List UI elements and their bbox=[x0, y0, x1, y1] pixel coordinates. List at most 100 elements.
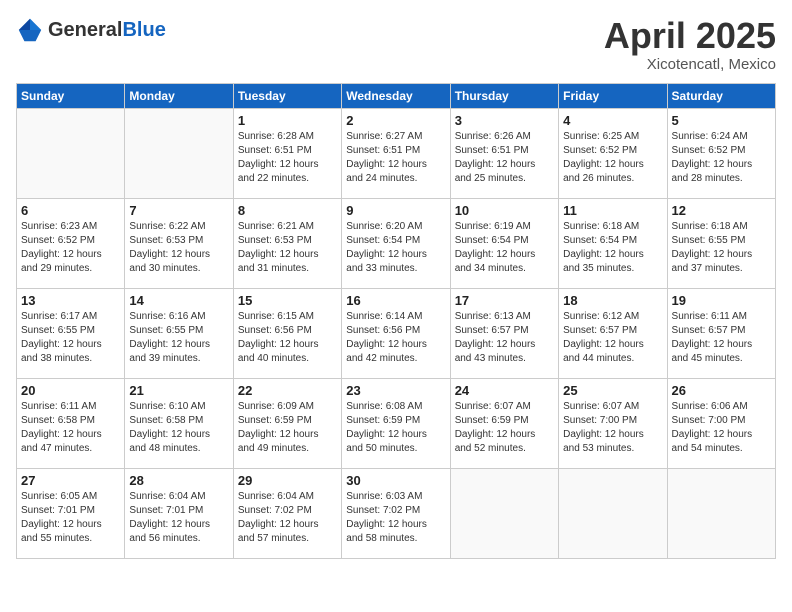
day-number: 7 bbox=[129, 203, 228, 218]
day-number: 27 bbox=[21, 473, 120, 488]
calendar-day-cell: 8 Sunrise: 6:21 AMSunset: 6:53 PMDaylight… bbox=[233, 198, 341, 288]
title-block: April 2025 Xicotencatl, Mexico bbox=[604, 16, 776, 73]
day-info: Sunrise: 6:18 AMSunset: 6:54 PMDaylight:… bbox=[563, 220, 662, 276]
weekday-header: Wednesday bbox=[342, 83, 450, 108]
weekday-header: Saturday bbox=[667, 83, 775, 108]
calendar-day-cell: 19 Sunrise: 6:11 AMSunset: 6:57 PMDayligh… bbox=[667, 288, 775, 378]
day-info: Sunrise: 6:08 AMSunset: 6:59 PMDaylight:… bbox=[346, 400, 445, 456]
day-number: 28 bbox=[129, 473, 228, 488]
day-number: 4 bbox=[563, 113, 662, 128]
day-number: 11 bbox=[563, 203, 662, 218]
day-info: Sunrise: 6:27 AMSunset: 6:51 PMDaylight:… bbox=[346, 130, 445, 186]
day-info: Sunrise: 6:03 AMSunset: 7:02 PMDaylight:… bbox=[346, 490, 445, 546]
calendar-day-cell: 29 Sunrise: 6:04 AMSunset: 7:02 PMDayligh… bbox=[233, 468, 341, 558]
day-info: Sunrise: 6:07 AMSunset: 6:59 PMDaylight:… bbox=[455, 400, 554, 456]
day-number: 25 bbox=[563, 383, 662, 398]
logo-text-blue: Blue bbox=[122, 19, 165, 41]
day-info: Sunrise: 6:11 AMSunset: 6:57 PMDaylight:… bbox=[672, 310, 771, 366]
calendar-day-cell: 23 Sunrise: 6:08 AMSunset: 6:59 PMDayligh… bbox=[342, 378, 450, 468]
day-number: 30 bbox=[346, 473, 445, 488]
calendar-day-cell bbox=[17, 108, 125, 198]
calendar-day-cell: 18Sunrise: 6:12 AMSunset: 6:57 PMDayligh… bbox=[559, 288, 667, 378]
calendar-day-cell: 14 Sunrise: 6:16 AMSunset: 6:55 PMDayligh… bbox=[125, 288, 233, 378]
day-number: 2 bbox=[346, 113, 445, 128]
day-number: 15 bbox=[238, 293, 337, 308]
day-info: Sunrise: 6:26 AMSunset: 6:51 PMDaylight:… bbox=[455, 130, 554, 186]
calendar-day-cell: 17 Sunrise: 6:13 AMSunset: 6:57 PMDayligh… bbox=[450, 288, 558, 378]
calendar-day-cell: 28Sunrise: 6:04 AMSunset: 7:01 PMDayligh… bbox=[125, 468, 233, 558]
calendar-day-cell bbox=[450, 468, 558, 558]
day-info: Sunrise: 6:22 AMSunset: 6:53 PMDaylight:… bbox=[129, 220, 228, 276]
day-info: Sunrise: 6:28 AMSunset: 6:51 PMDaylight:… bbox=[238, 130, 337, 186]
day-info: Sunrise: 6:17 AMSunset: 6:55 PMDaylight:… bbox=[21, 310, 120, 366]
calendar-day-cell: 26Sunrise: 6:06 AMSunset: 7:00 PMDayligh… bbox=[667, 378, 775, 468]
calendar-week-row: 13 Sunrise: 6:17 AMSunset: 6:55 PMDayligh… bbox=[17, 288, 776, 378]
day-info: Sunrise: 6:16 AMSunset: 6:55 PMDaylight:… bbox=[129, 310, 228, 366]
day-number: 13 bbox=[21, 293, 120, 308]
calendar-day-cell bbox=[125, 108, 233, 198]
calendar-day-cell: 16 Sunrise: 6:14 AMSunset: 6:56 PMDayligh… bbox=[342, 288, 450, 378]
day-number: 16 bbox=[346, 293, 445, 308]
calendar-day-cell: 6Sunrise: 6:23 AMSunset: 6:52 PMDaylight… bbox=[17, 198, 125, 288]
day-number: 18 bbox=[563, 293, 662, 308]
calendar-day-cell bbox=[559, 468, 667, 558]
logo-text-general: General bbox=[48, 19, 122, 41]
calendar-header-row: SundayMondayTuesdayWednesdayThursdayFrid… bbox=[17, 83, 776, 108]
calendar-day-cell: 21 Sunrise: 6:10 AMSunset: 6:58 PMDayligh… bbox=[125, 378, 233, 468]
day-number: 23 bbox=[346, 383, 445, 398]
day-info: Sunrise: 6:25 AMSunset: 6:52 PMDaylight:… bbox=[563, 130, 662, 186]
calendar-day-cell: 4 Sunrise: 6:25 AMSunset: 6:52 PMDaylight… bbox=[559, 108, 667, 198]
page-header: GeneralBlue April 2025 Xicotencatl, Mexi… bbox=[16, 16, 776, 73]
day-info: Sunrise: 6:10 AMSunset: 6:58 PMDaylight:… bbox=[129, 400, 228, 456]
location-title: Xicotencatl, Mexico bbox=[604, 56, 776, 73]
day-number: 21 bbox=[129, 383, 228, 398]
month-title: April 2025 bbox=[604, 16, 776, 56]
calendar-day-cell: 24 Sunrise: 6:07 AMSunset: 6:59 PMDayligh… bbox=[450, 378, 558, 468]
calendar-week-row: 27 Sunrise: 6:05 AMSunset: 7:01 PMDayligh… bbox=[17, 468, 776, 558]
day-info: Sunrise: 6:19 AMSunset: 6:54 PMDaylight:… bbox=[455, 220, 554, 276]
day-info: Sunrise: 6:20 AMSunset: 6:54 PMDaylight:… bbox=[346, 220, 445, 276]
calendar-day-cell: 9 Sunrise: 6:20 AMSunset: 6:54 PMDaylight… bbox=[342, 198, 450, 288]
calendar-day-cell: 25Sunrise: 6:07 AMSunset: 7:00 PMDayligh… bbox=[559, 378, 667, 468]
calendar-day-cell: 11 Sunrise: 6:18 AMSunset: 6:54 PMDayligh… bbox=[559, 198, 667, 288]
calendar-day-cell: 20Sunrise: 6:11 AMSunset: 6:58 PMDayligh… bbox=[17, 378, 125, 468]
day-number: 17 bbox=[455, 293, 554, 308]
logo: GeneralBlue bbox=[16, 16, 166, 44]
day-info: Sunrise: 6:21 AMSunset: 6:53 PMDaylight:… bbox=[238, 220, 337, 276]
day-number: 29 bbox=[238, 473, 337, 488]
day-info: Sunrise: 6:04 AMSunset: 7:02 PMDaylight:… bbox=[238, 490, 337, 546]
weekday-header: Friday bbox=[559, 83, 667, 108]
day-number: 9 bbox=[346, 203, 445, 218]
calendar-day-cell: 10 Sunrise: 6:19 AMSunset: 6:54 PMDayligh… bbox=[450, 198, 558, 288]
day-number: 1 bbox=[238, 113, 337, 128]
weekday-header: Thursday bbox=[450, 83, 558, 108]
calendar-day-cell: 13 Sunrise: 6:17 AMSunset: 6:55 PMDayligh… bbox=[17, 288, 125, 378]
day-number: 14 bbox=[129, 293, 228, 308]
day-number: 12 bbox=[672, 203, 771, 218]
calendar-day-cell: 30 Sunrise: 6:03 AMSunset: 7:02 PMDayligh… bbox=[342, 468, 450, 558]
calendar-table: SundayMondayTuesdayWednesdayThursdayFrid… bbox=[16, 83, 776, 559]
calendar-day-cell: 1 Sunrise: 6:28 AMSunset: 6:51 PMDaylight… bbox=[233, 108, 341, 198]
day-number: 6 bbox=[21, 203, 120, 218]
day-info: Sunrise: 6:13 AMSunset: 6:57 PMDaylight:… bbox=[455, 310, 554, 366]
calendar-day-cell: 3 Sunrise: 6:26 AMSunset: 6:51 PMDaylight… bbox=[450, 108, 558, 198]
calendar-day-cell: 7 Sunrise: 6:22 AMSunset: 6:53 PMDaylight… bbox=[125, 198, 233, 288]
day-info: Sunrise: 6:14 AMSunset: 6:56 PMDaylight:… bbox=[346, 310, 445, 366]
weekday-header: Sunday bbox=[17, 83, 125, 108]
calendar-day-cell: 22 Sunrise: 6:09 AMSunset: 6:59 PMDayligh… bbox=[233, 378, 341, 468]
day-number: 19 bbox=[672, 293, 771, 308]
day-number: 24 bbox=[455, 383, 554, 398]
day-info: Sunrise: 6:18 AMSunset: 6:55 PMDaylight:… bbox=[672, 220, 771, 276]
day-info: Sunrise: 6:05 AMSunset: 7:01 PMDaylight:… bbox=[21, 490, 120, 546]
day-info: Sunrise: 6:09 AMSunset: 6:59 PMDaylight:… bbox=[238, 400, 337, 456]
calendar-day-cell: 5Sunrise: 6:24 AMSunset: 6:52 PMDaylight… bbox=[667, 108, 775, 198]
logo-icon bbox=[16, 16, 44, 44]
day-number: 3 bbox=[455, 113, 554, 128]
day-number: 10 bbox=[455, 203, 554, 218]
weekday-header: Monday bbox=[125, 83, 233, 108]
calendar-week-row: 20Sunrise: 6:11 AMSunset: 6:58 PMDayligh… bbox=[17, 378, 776, 468]
day-number: 22 bbox=[238, 383, 337, 398]
day-number: 5 bbox=[672, 113, 771, 128]
day-number: 8 bbox=[238, 203, 337, 218]
calendar-day-cell: 2 Sunrise: 6:27 AMSunset: 6:51 PMDaylight… bbox=[342, 108, 450, 198]
